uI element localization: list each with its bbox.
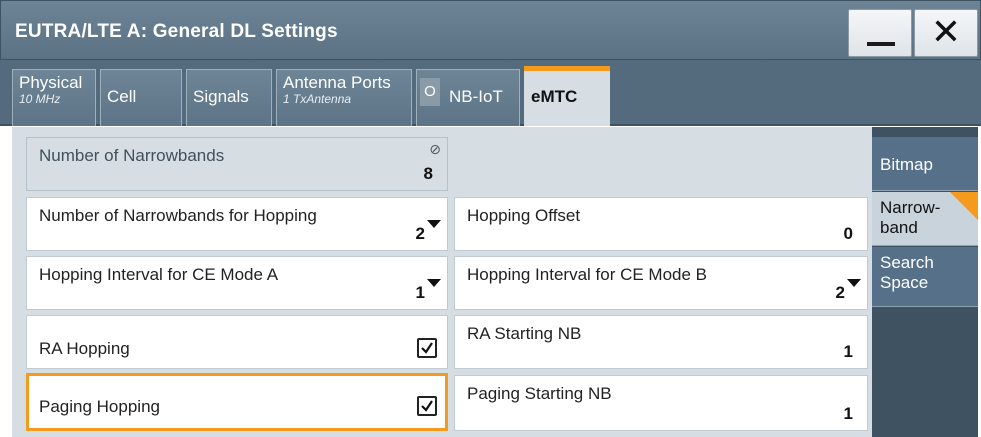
tab-label: Cell (107, 87, 137, 106)
num-narrowbands-hopping-select[interactable]: Number of Narrowbands for Hopping 2 (26, 197, 448, 251)
side-tab-bitmap[interactable]: Bitmap (872, 137, 978, 191)
tab-physical[interactable]: Physical 10 MHz (12, 69, 96, 126)
tab-label: Antenna Ports (283, 73, 391, 92)
dropdown-arrow-icon (427, 220, 441, 228)
field-value: 1 (843, 342, 853, 361)
tab-sublabel: 10 MHz (19, 92, 61, 106)
active-tab-indicator (524, 66, 610, 71)
tab-label: eMTC (531, 87, 578, 106)
nb-iot-state-indicator: O (420, 78, 440, 106)
lock-icon: ⊘ (429, 141, 441, 157)
dropdown-arrow-icon (847, 279, 861, 287)
field-label: Paging Hopping (39, 397, 160, 416)
side-nav: Bitmap Narrow- band Search Space (872, 127, 978, 437)
window-title: EUTRA/LTE A: General DL Settings (15, 21, 338, 42)
active-corner-indicator (950, 192, 978, 220)
field-label: Paging Starting NB (467, 384, 612, 403)
paging-hopping-field: Paging Hopping (26, 373, 448, 431)
tab-emtc[interactable]: eMTC (524, 66, 610, 126)
field-value: 1 (415, 283, 425, 302)
close-icon: ✕ (930, 11, 962, 52)
field-value: 8 (423, 164, 433, 183)
ra-hopping-field: RA Hopping (26, 315, 448, 369)
hopping-offset-field[interactable]: Hopping Offset 0 (454, 197, 868, 251)
close-button[interactable]: ✕ (914, 9, 978, 57)
field-value: 0 (843, 224, 853, 243)
tab-sublabel: 1 TxAntenna (283, 92, 352, 106)
side-tab-label-line2: Space (880, 273, 929, 292)
field-label: RA Starting NB (467, 324, 582, 343)
field-label: RA Hopping (39, 339, 130, 358)
field-label: Hopping Offset (467, 206, 581, 225)
paging-hopping-checkbox[interactable] (417, 396, 437, 416)
field-value: 2 (835, 283, 845, 302)
minimize-icon (867, 42, 895, 46)
field-label: Hopping Interval for CE Mode B (467, 265, 708, 284)
tab-bar: Physical 10 MHz Cell Signals Antenna Por… (0, 60, 981, 126)
tab-label: Signals (193, 87, 249, 106)
hopping-interval-ce-a-select[interactable]: Hopping Interval for CE Mode A 1 (26, 256, 448, 310)
field-value: 1 (843, 404, 853, 423)
minimize-button[interactable] (848, 9, 912, 57)
hopping-interval-ce-b-select[interactable]: Hopping Interval for CE Mode B 2 (454, 256, 868, 310)
side-tab-label: Bitmap (880, 155, 933, 174)
ra-starting-nb-field[interactable]: RA Starting NB 1 (454, 315, 868, 369)
title-bar: EUTRA/LTE A: General DL Settings ✕ (0, 0, 981, 60)
side-tab-label-line1: Search (880, 253, 934, 272)
field-label: Number of Narrowbands for Hopping (39, 206, 317, 225)
paging-starting-nb-field[interactable]: Paging Starting NB 1 (454, 375, 868, 431)
tab-label: Physical (19, 73, 83, 92)
tab-signals[interactable]: Signals (186, 69, 272, 126)
field-label: Hopping Interval for CE Mode A (39, 265, 279, 284)
side-tab-label-line2: band (880, 218, 918, 237)
settings-panel: Number of Narrowbands ⊘ 8 Number of Narr… (12, 127, 978, 437)
num-narrowbands-field: Number of Narrowbands ⊘ 8 (26, 137, 448, 191)
tab-label: NB-IoT (449, 87, 503, 106)
field-label: Number of Narrowbands (39, 146, 225, 165)
tab-antenna-ports[interactable]: Antenna Ports 1 TxAntenna (276, 69, 412, 126)
ra-hopping-checkbox[interactable] (417, 338, 437, 358)
dropdown-arrow-icon (427, 279, 441, 287)
side-tab-narrowband[interactable]: Narrow- band (872, 192, 978, 246)
tab-cell[interactable]: Cell (100, 69, 182, 126)
side-tab-search-space[interactable]: Search Space (872, 247, 978, 307)
field-value: 2 (415, 224, 425, 243)
